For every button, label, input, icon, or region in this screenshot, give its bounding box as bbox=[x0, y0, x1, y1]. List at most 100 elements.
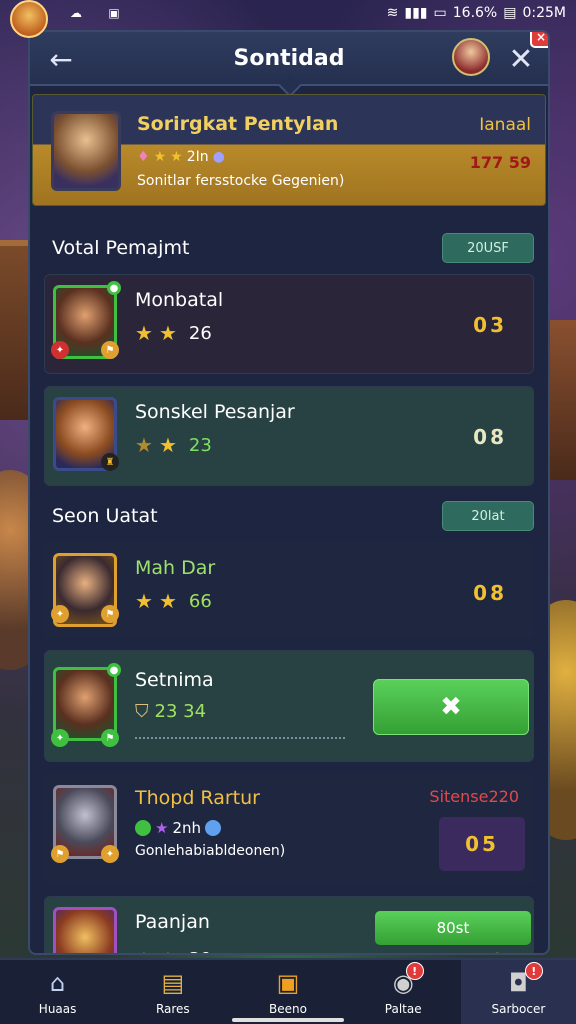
class-badge-icon: ⚑ bbox=[101, 605, 119, 623]
role-badge-icon: ✦ bbox=[51, 729, 69, 747]
player-score: 05 bbox=[439, 817, 525, 871]
gallery-icon: ▣ bbox=[108, 6, 120, 20]
role-badge-icon: ✦ bbox=[51, 605, 69, 623]
status-bar: ☁ ▣ ≋ ▮▮▮ ▭ 16.6% ▤ 0:25M bbox=[0, 0, 576, 38]
player-name: Mah Dar bbox=[135, 557, 216, 579]
card-icon: ▤ bbox=[161, 969, 185, 997]
level-badge-icon: ● bbox=[107, 281, 121, 295]
role-badge-icon: ✦ bbox=[51, 341, 69, 359]
player-level: 66 bbox=[188, 590, 212, 612]
star-icon: ★ bbox=[135, 321, 153, 345]
nav-label: Sarbocer bbox=[491, 1002, 546, 1016]
player-portrait bbox=[53, 907, 117, 953]
avatar[interactable] bbox=[452, 38, 490, 76]
class-badge-icon: ♜ bbox=[101, 453, 119, 471]
leaderboard-panel: ← Sontidad ✕ × Sorirgkat Pentylan Ianaal… bbox=[28, 30, 550, 955]
player-rating: ★ ★ 66 bbox=[135, 589, 212, 613]
player-name: Monbatal bbox=[135, 289, 224, 311]
player-portrait bbox=[51, 111, 121, 191]
green-gem-icon bbox=[135, 820, 151, 836]
shield-icon: ⛉ bbox=[135, 701, 149, 722]
home-indicator[interactable] bbox=[232, 1018, 344, 1022]
nav-item-camera[interactable]: ◉ ! Paltae bbox=[346, 960, 461, 1024]
nav-label: Rares bbox=[155, 1002, 190, 1016]
player-row[interactable]: Paanjan ★ ★ 39 80st 0 bbox=[44, 896, 534, 954]
section-badge[interactable]: 20USF bbox=[442, 233, 534, 263]
player-score: 03 bbox=[473, 313, 507, 337]
class-badge-icon: ⚑ bbox=[101, 341, 119, 359]
nav-label: Paltae bbox=[384, 1002, 422, 1016]
player-description: Gonlehabiabldeonen) bbox=[135, 843, 286, 859]
star-icon: ★ bbox=[135, 589, 153, 613]
player-name: Sonskel Pesanjar bbox=[135, 401, 295, 423]
level-badge-icon: ● bbox=[107, 663, 121, 677]
wifi-icon: ≋ bbox=[386, 5, 399, 21]
notification-badge: ! bbox=[405, 962, 424, 980]
star-icon: ★ bbox=[158, 589, 177, 613]
nav-item-profile[interactable]: ◘ ! Sarbocer bbox=[460, 960, 576, 1024]
player-score: 08 bbox=[473, 425, 507, 449]
nav-label: Beeno bbox=[269, 1002, 307, 1016]
background-house bbox=[546, 320, 576, 480]
player-score: 08 bbox=[473, 581, 507, 605]
player-level: 23 34 bbox=[154, 701, 207, 722]
challenge-button[interactable]: ✖ bbox=[373, 679, 529, 735]
home-icon: ⌂ bbox=[49, 969, 66, 997]
star-icon: ★ bbox=[135, 433, 153, 457]
player-rating: ⛉ 23 34 bbox=[135, 701, 206, 722]
star-icon: ★ bbox=[158, 433, 177, 457]
claim-button[interactable]: 80st bbox=[375, 911, 531, 945]
signal-icon: ▮▮▮ bbox=[404, 5, 428, 21]
star-icon: ★ bbox=[170, 149, 183, 165]
battery-icon: ▭ bbox=[433, 5, 447, 21]
featured-description: Sonitlar fersstocke Gegenien) bbox=[137, 173, 345, 189]
notification-icon: ▤ bbox=[503, 5, 517, 21]
nav-item-home[interactable]: ⌂ Huaas bbox=[0, 960, 115, 1024]
player-name: Setnima bbox=[135, 669, 214, 691]
player-rating: ★ ★ 26 bbox=[135, 321, 212, 345]
star-icon: ★ bbox=[159, 947, 177, 953]
nav-label: Huaas bbox=[38, 1002, 77, 1016]
player-row[interactable]: ♜ Sonskel Pesanjar ★ ★ 23 08 bbox=[44, 386, 534, 486]
close-badge[interactable]: × bbox=[530, 32, 548, 48]
back-button[interactable]: ← bbox=[44, 42, 78, 76]
player-rating: ★ ★ 39 bbox=[135, 947, 212, 954]
player-level: 39 bbox=[189, 949, 212, 954]
featured-name: Sorirgkat Pentylan bbox=[137, 113, 339, 135]
gem-icon: ♦ bbox=[137, 149, 150, 165]
player-row[interactable]: ✦ ⚑ ● Monbatal ★ ★ 26 03 bbox=[44, 274, 534, 374]
battery-percent: 16.6% bbox=[452, 5, 498, 21]
treasure-icon: ▣ bbox=[276, 969, 300, 997]
nav-item-cards[interactable]: ▤ Rares bbox=[115, 960, 230, 1024]
featured-stat-text: 2In bbox=[186, 149, 209, 165]
role-badge-icon: ✦ bbox=[101, 845, 119, 863]
orb-icon: ● bbox=[212, 149, 225, 165]
player-gem-count: 2nh bbox=[172, 819, 202, 837]
clock: 0:25M bbox=[522, 5, 566, 21]
player-row[interactable]: ⚑ ✦ Thopd Rartur Sitense220 ★ 2nh Gonleh… bbox=[44, 774, 534, 884]
section-title: Seon Uatat bbox=[52, 505, 158, 527]
star-icon: ★ bbox=[153, 149, 167, 165]
player-rating: ★ ★ 23 bbox=[135, 433, 212, 457]
player-name: Thopd Rartur bbox=[135, 787, 260, 809]
section-badge[interactable]: 20lat bbox=[442, 501, 534, 531]
player-row[interactable]: ✦ ⚑ Mah Dar ★ ★ 66 08 bbox=[44, 542, 534, 638]
featured-player-card[interactable]: Sorirgkat Pentylan Ianaal ♦ ★ ★ 2In ● So… bbox=[32, 94, 546, 206]
featured-tag: Ianaal bbox=[479, 115, 531, 135]
section-header: Votal Pemajmt 20USF bbox=[52, 232, 534, 264]
bottom-nav: ⌂ Huaas ▤ Rares ▣ Beeno ◉ ! Paltae ◘ ! S… bbox=[0, 958, 576, 1024]
notification-badge: ! bbox=[524, 962, 543, 980]
player-gems: ★ 2nh bbox=[135, 819, 222, 837]
progress-indicator bbox=[135, 737, 345, 739]
star-icon: ★ bbox=[155, 819, 169, 837]
player-name: Paanjan bbox=[135, 911, 210, 933]
section-title: Votal Pemajmt bbox=[52, 237, 190, 259]
player-row[interactable]: ✦ ⚑ ● Setnima ⛉ 23 34 ✖ bbox=[44, 650, 534, 762]
player-level: 23 bbox=[188, 434, 212, 456]
profile-avatar[interactable] bbox=[10, 0, 48, 38]
player-rank: Sitense220 bbox=[429, 787, 519, 806]
class-badge-icon: ⚑ bbox=[51, 845, 69, 863]
nav-item-treasure[interactable]: ▣ Beeno bbox=[230, 960, 345, 1024]
star-icon: ★ bbox=[158, 321, 177, 345]
player-score: 0 bbox=[490, 949, 507, 953]
